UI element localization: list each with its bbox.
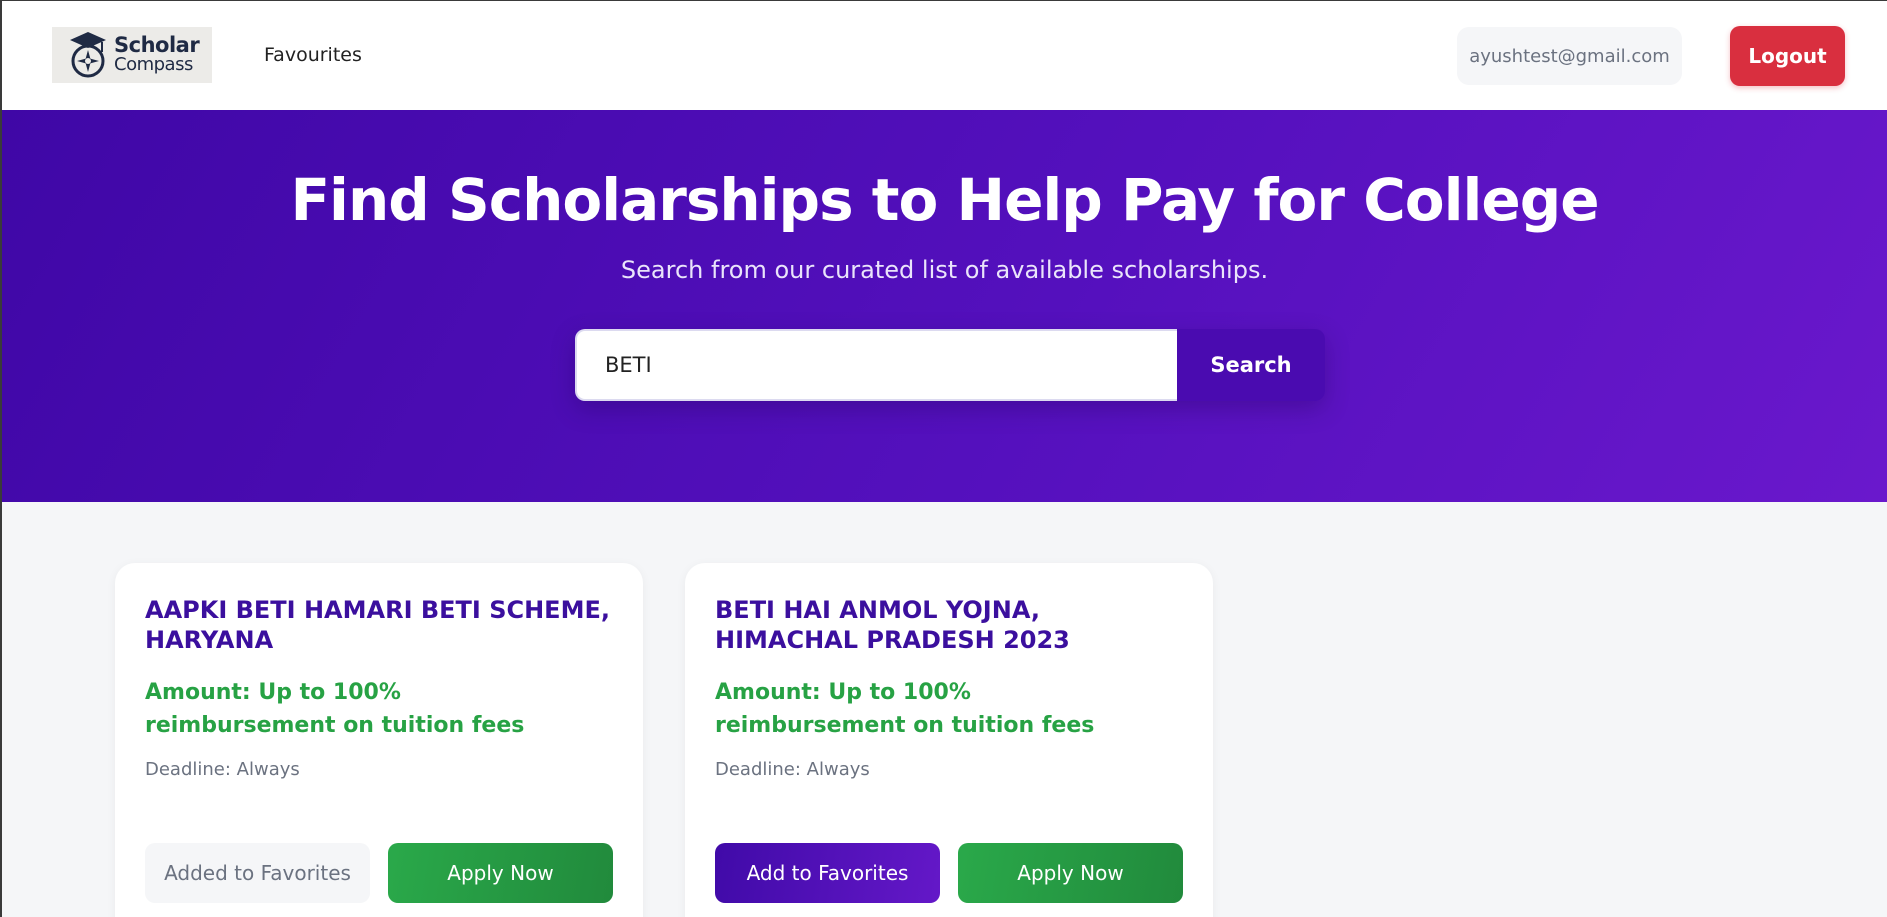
nav-favourites-link[interactable]: Favourites [264,44,362,66]
scholarship-deadline: Deadline: Always [145,759,300,780]
hero-subtitle: Search from our curated list of availabl… [620,256,1269,284]
scholar-compass-logo[interactable]: Scholar Compass [52,27,212,83]
compass-graduation-cap-icon [70,32,106,78]
search-bar: Search [575,329,1325,401]
top-navbar: Scholar Compass Favourites ayushtest@gma… [2,1,1887,110]
scholarship-title: AAPKI BETI HAMARI BETI SCHEME, HARYANA [145,596,610,654]
apply-now-button[interactable]: Apply Now [958,843,1183,903]
logout-button[interactable]: Logout [1730,26,1845,86]
apply-now-button[interactable]: Apply Now [388,843,613,903]
logo-wordmark: Scholar Compass [114,33,200,75]
search-input[interactable] [575,329,1177,401]
scholarship-card: BETI HAI ANMOL YOJNA, HIMACHAL PRADESH 2… [685,563,1213,917]
logo-line-2: Compass [114,54,193,75]
scholarship-amount: Amount: Up to 100% reimbursement on tuit… [145,680,525,738]
scholarship-title: BETI HAI ANMOL YOJNA, HIMACHAL PRADESH 2… [715,596,1070,654]
add-to-favorites-button[interactable]: Add to Favorites [715,843,940,903]
search-button[interactable]: Search [1177,329,1325,401]
scholarship-card: AAPKI BETI HAMARI BETI SCHEME, HARYANA A… [115,563,643,917]
scholarship-deadline: Deadline: Always [715,759,870,780]
hero-banner: Find Scholarships to Help Pay for Colleg… [2,110,1887,502]
user-email-badge: ayushtest@gmail.com [1457,27,1682,85]
logo-line-1: Scholar [114,33,200,57]
scholarship-amount: Amount: Up to 100% reimbursement on tuit… [715,680,1095,738]
added-to-favorites-button[interactable]: Added to Favorites [145,843,370,903]
hero-title: Find Scholarships to Help Pay for Colleg… [290,166,1599,234]
